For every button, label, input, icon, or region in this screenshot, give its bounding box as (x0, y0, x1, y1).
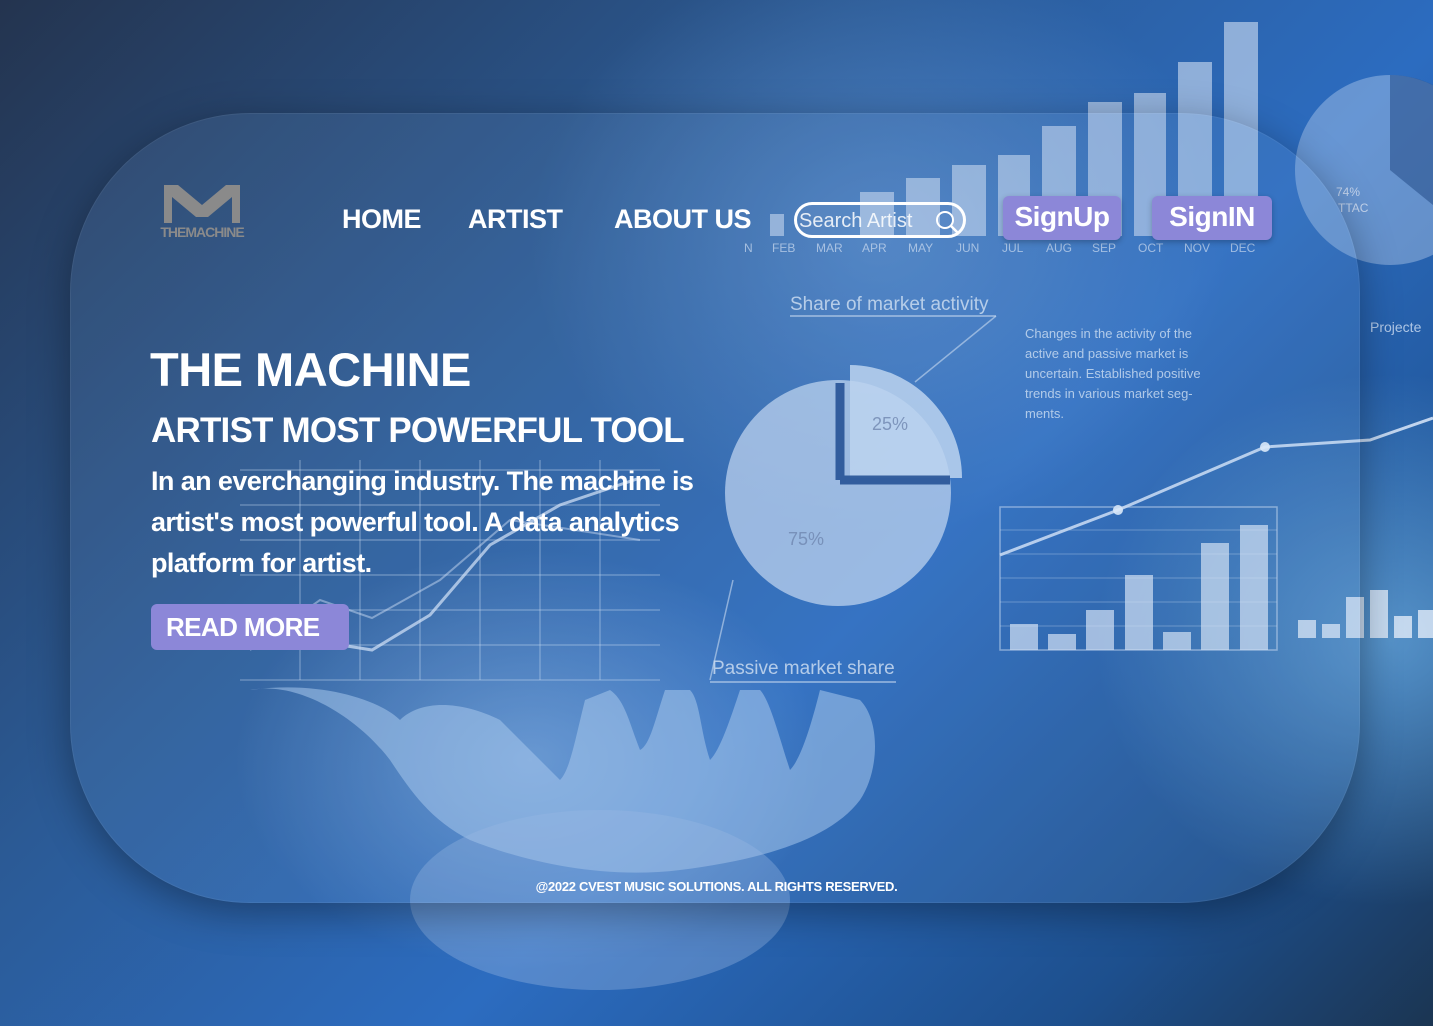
bg-side-label: Projecte (1370, 319, 1422, 335)
logo-m-icon (164, 185, 240, 223)
read-more-button[interactable]: READ MORE (151, 604, 349, 650)
bg-pie-label: TTAC (1338, 201, 1369, 215)
hero-title: THE MACHINE (150, 343, 471, 396)
nav-artist[interactable]: ARTIST (468, 204, 563, 235)
footer-copyright: @2022 CVEST MUSIC SOLUTIONS. ALL RIGHTS … (535, 879, 898, 894)
bg-pie-label: 74% (1336, 185, 1360, 199)
brand-logo-text: THEMACHINE (160, 224, 244, 240)
nav-about-us[interactable]: ABOUT US (614, 204, 752, 235)
hero-subtitle: ARTIST MOST POWERFUL TOOL (151, 411, 685, 450)
nav-home[interactable]: HOME (342, 204, 422, 235)
hero-description: In an everchanging industry. The machine… (151, 466, 694, 578)
brand-logo[interactable]: THEMACHINE (150, 183, 254, 245)
search-icon[interactable] (933, 208, 961, 236)
search-box[interactable] (794, 202, 966, 238)
search-input[interactable] (799, 209, 929, 233)
signup-button[interactable]: SignUp (1003, 196, 1121, 240)
signin-button[interactable]: SignIN (1152, 196, 1272, 240)
